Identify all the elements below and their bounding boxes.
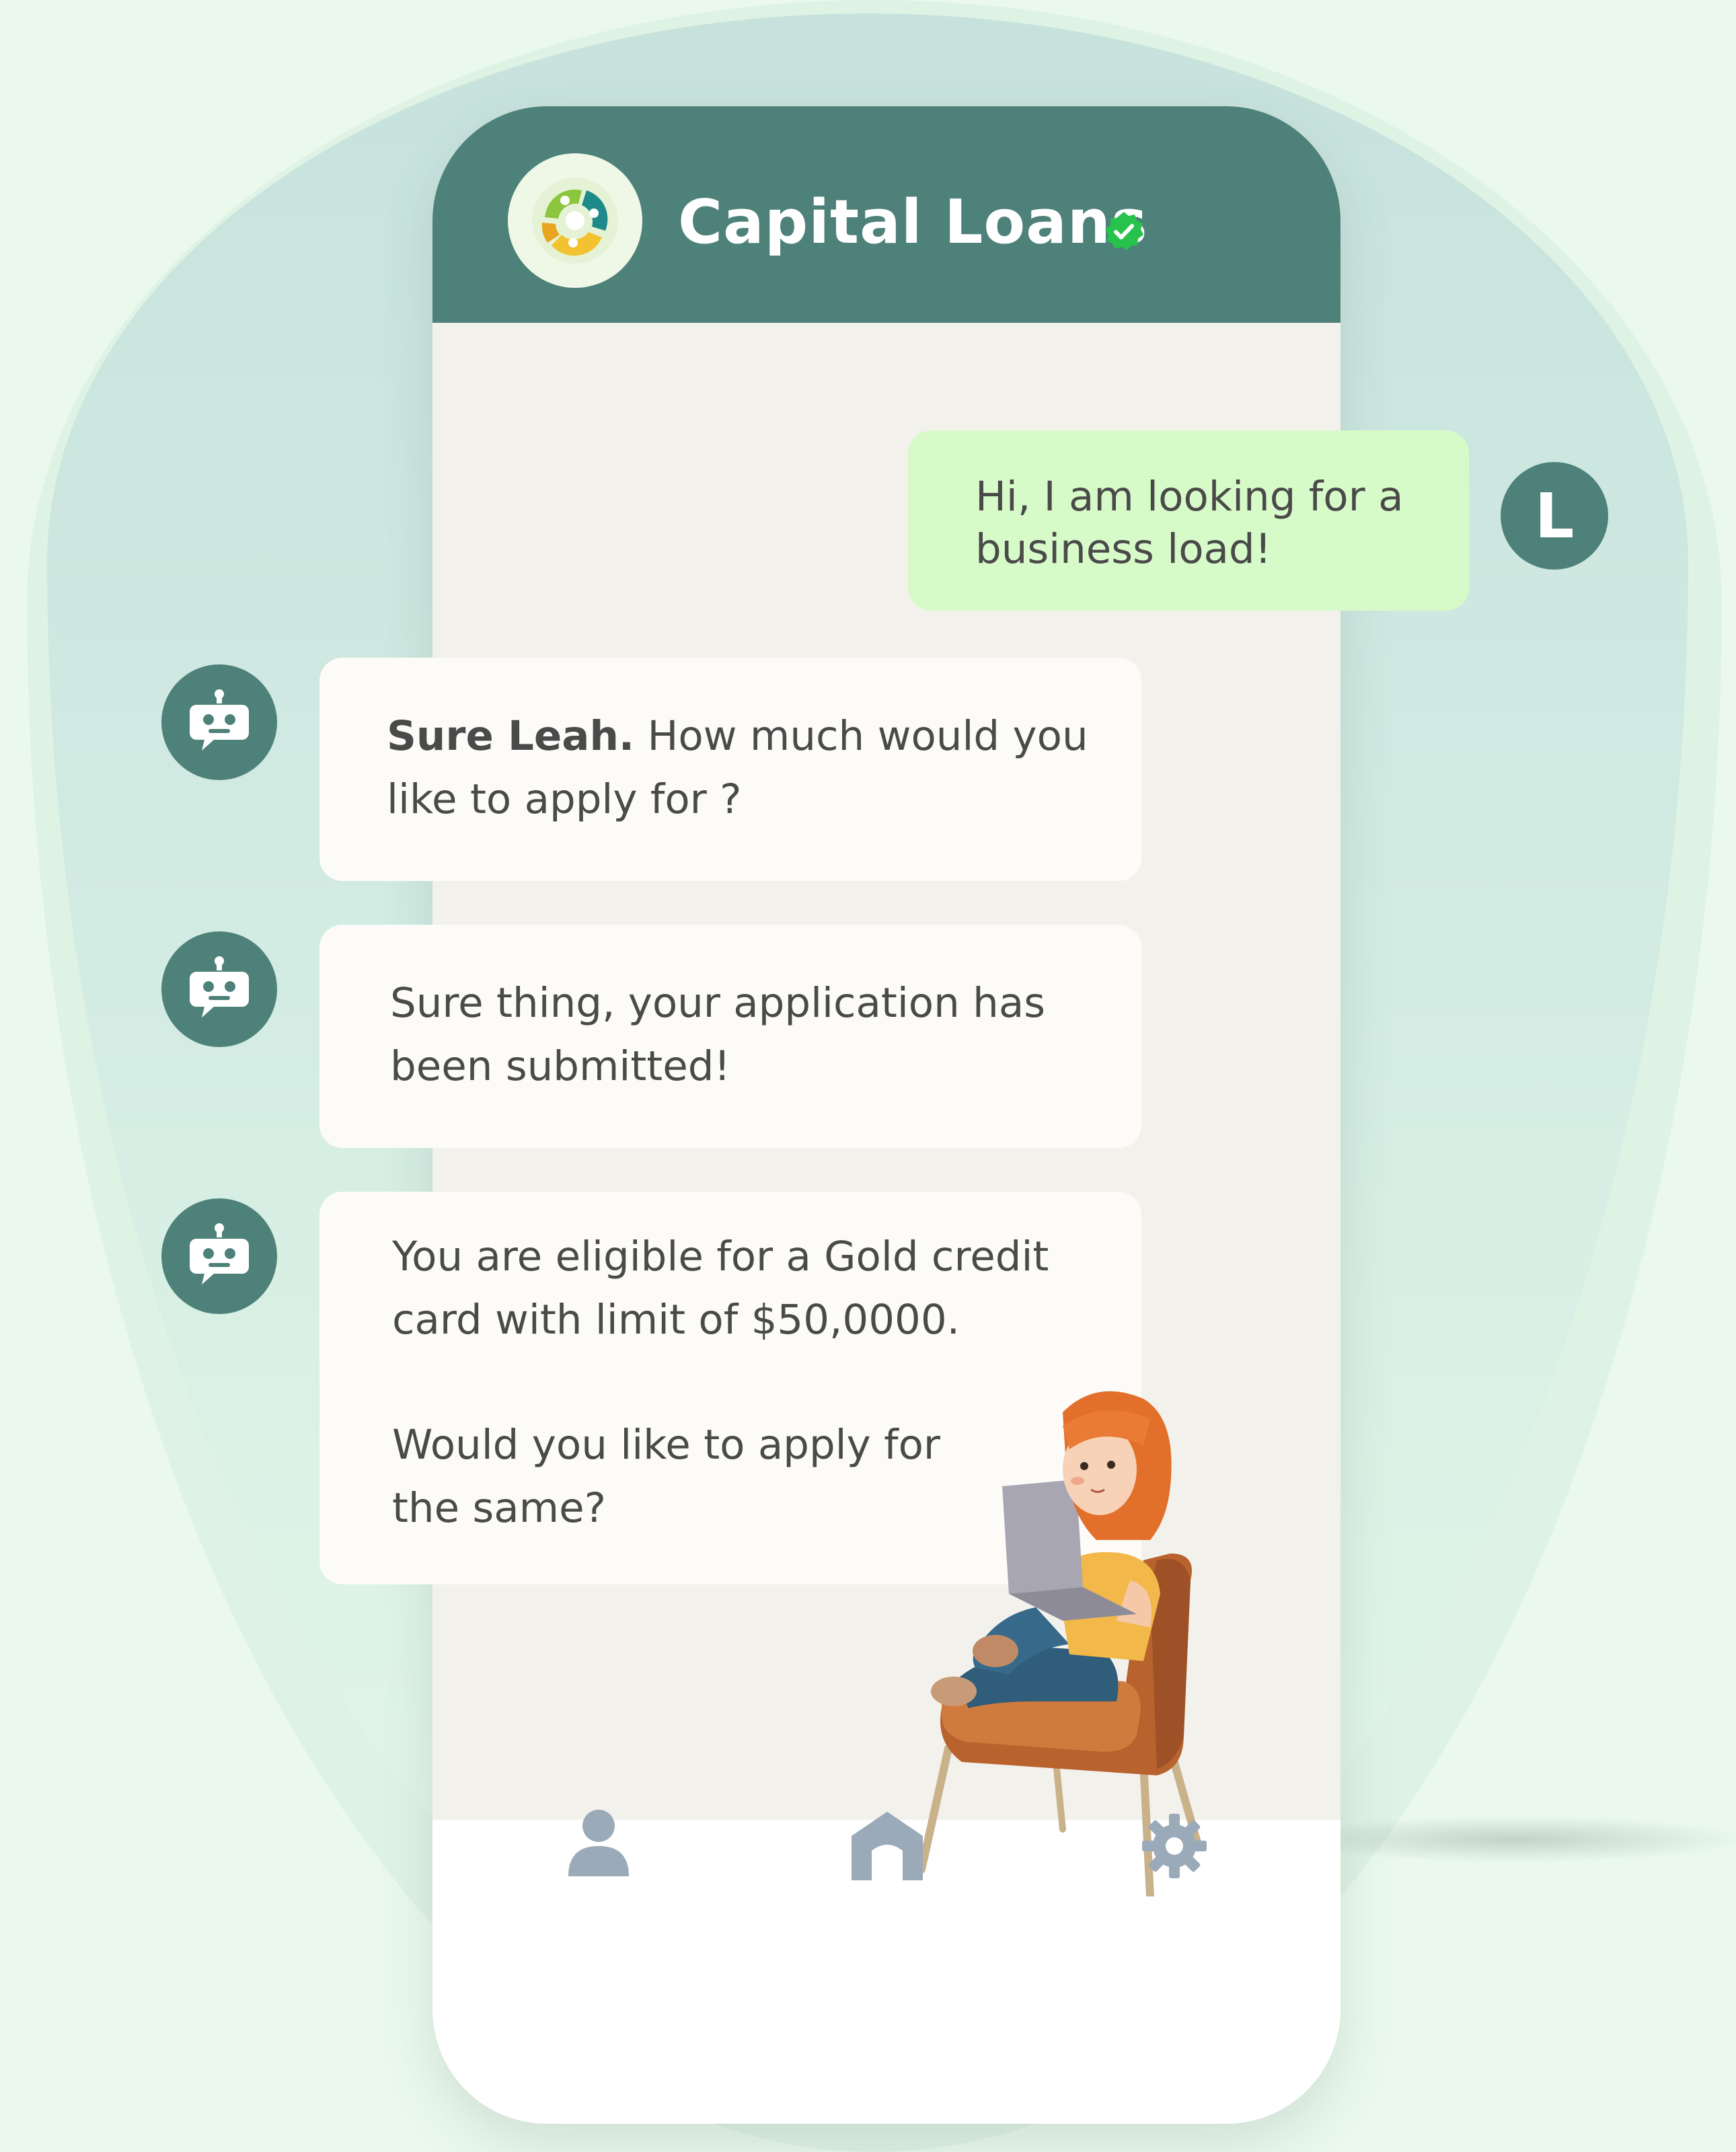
brand-name: Capital Loans xyxy=(678,187,1148,258)
gear-icon[interactable] xyxy=(1141,1809,1208,1883)
bot-message-bubble: Sure Leah. How much would you like to ap… xyxy=(319,658,1141,881)
user-message-text: Hi, I am looking for a business load! xyxy=(975,473,1404,573)
user-icon[interactable] xyxy=(565,1809,632,1883)
bot-avatar xyxy=(161,664,277,780)
bot-avatar xyxy=(161,931,277,1047)
floor-shadow xyxy=(1278,1816,1736,1863)
bot-avatar xyxy=(161,1198,277,1314)
home-icon[interactable] xyxy=(849,1809,926,1883)
bot-message-text: Sure Leah. How much would you like to ap… xyxy=(387,705,1101,831)
bot-message-text-p1: You are eligible for a Gold credit card … xyxy=(392,1233,1049,1344)
capital-loans-logo xyxy=(508,153,642,288)
logo-icon xyxy=(532,178,618,264)
woman-with-laptop-illustration xyxy=(917,1391,1201,1896)
bot-message-bold: Sure Leah. xyxy=(387,712,635,760)
bot-message-text-p2: Would you like to apply for the same? xyxy=(392,1421,940,1532)
chat-header: Capital Loans xyxy=(432,106,1341,323)
user-avatar[interactable]: L xyxy=(1501,462,1608,570)
robot-icon xyxy=(190,1223,249,1284)
robot-icon xyxy=(190,956,249,1017)
user-message-bubble: Hi, I am looking for a business load! xyxy=(908,430,1469,611)
bot-message-bubble: Sure thing, your application has been su… xyxy=(319,925,1141,1148)
verified-check-icon xyxy=(1105,212,1143,250)
bot-message-text: Sure thing, your application has been su… xyxy=(390,979,1045,1090)
robot-icon xyxy=(190,689,249,751)
